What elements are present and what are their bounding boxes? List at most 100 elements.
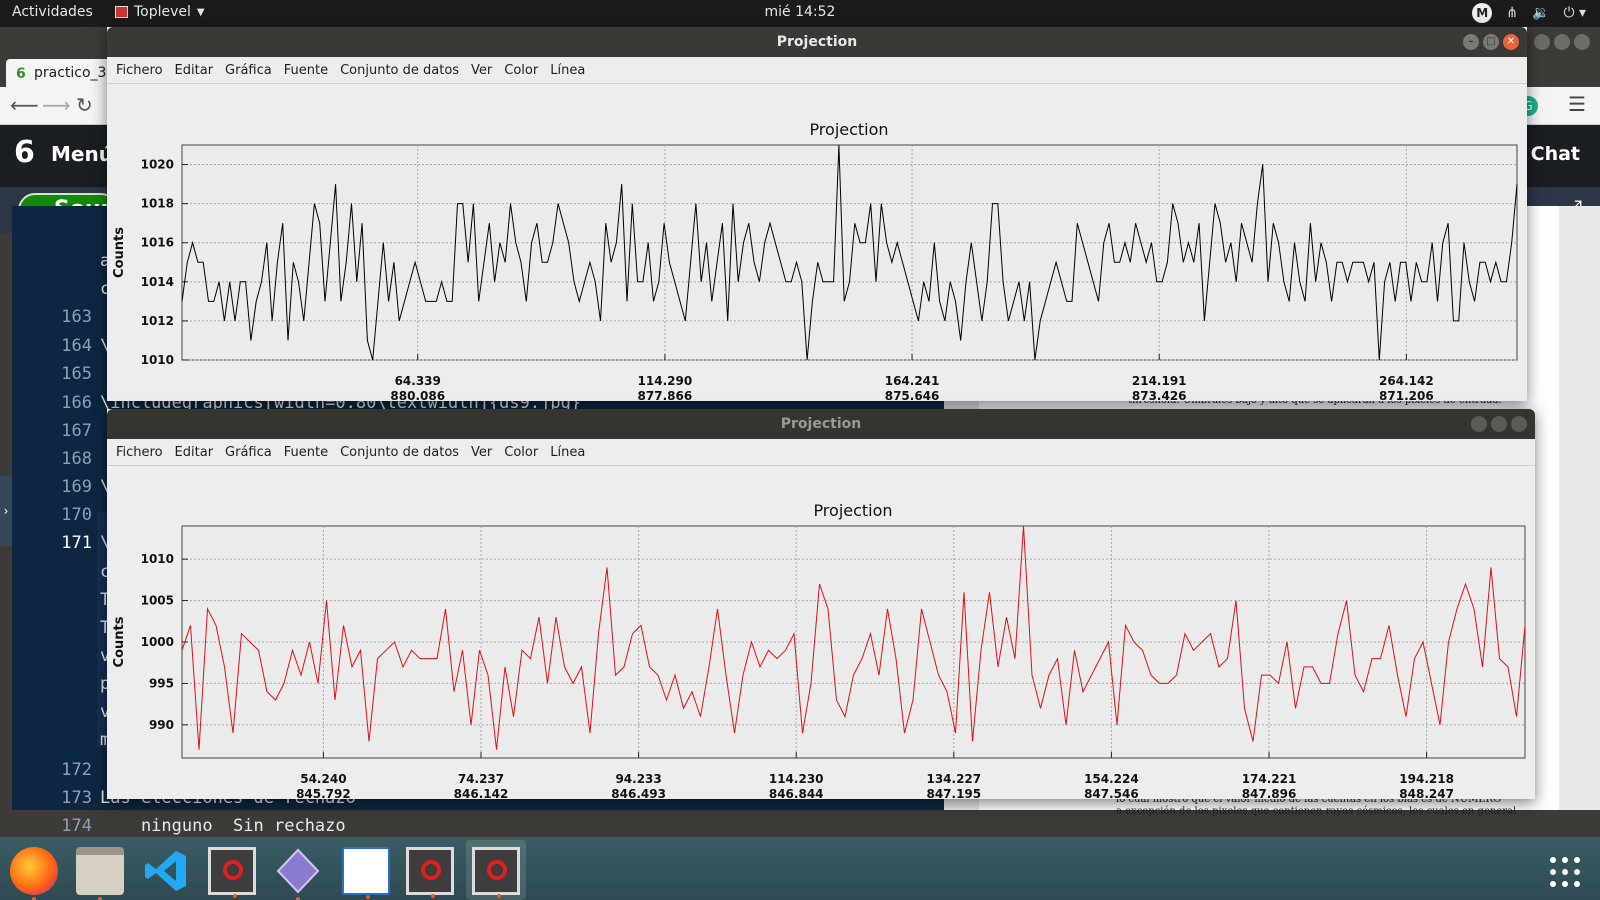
close-icon[interactable] [1574, 34, 1590, 50]
projection-chart[interactable]: Projection 1010 1012 1014 1016 1018 1020 64.339… [107, 85, 1527, 401]
menu-item[interactable]: Editar [169, 57, 220, 83]
firefox-icon[interactable] [10, 847, 58, 900]
close-icon[interactable]: ✕ [1503, 34, 1519, 50]
menu-item[interactable]: Gráfica [219, 439, 278, 465]
y-tick-label: 1012 [141, 314, 174, 328]
power-icon[interactable]: ⏻ ▾ [1563, 5, 1586, 21]
projection-window-2: Projection Fichero Editar Gráfica Fuente Con… [107, 409, 1535, 799]
menu-bar: Fichero Editar Gráfica Fuente Conjunto de da… [107, 439, 1535, 466]
dock [0, 837, 1600, 900]
back-icon[interactable]: ⟵ [10, 93, 39, 117]
menu-item[interactable]: Línea [544, 57, 591, 83]
y-tick-label: 1014 [141, 275, 174, 289]
minimize-icon[interactable]: – [1463, 34, 1479, 50]
y-tick-label: 1016 [141, 236, 174, 250]
menu-item[interactable]: Línea [544, 439, 591, 465]
x-tick-label: 114.290 [638, 374, 693, 388]
maximize-icon[interactable] [1554, 34, 1570, 50]
document-viewer-icon[interactable] [342, 847, 390, 899]
line-number: 163 [61, 307, 92, 327]
line-number: 168 [61, 449, 92, 469]
y-tick-label: 990 [149, 718, 174, 732]
menu-item[interactable]: Conjunto de datos [334, 439, 465, 465]
browser-tab-title: practico_3 [34, 65, 107, 81]
x-tick-label-secondary: 846.844 [769, 787, 824, 799]
menu-item[interactable]: Conjunto de datos [334, 57, 465, 83]
y-tick-label: 1005 [141, 594, 174, 608]
menu-item[interactable]: Fichero [115, 439, 169, 465]
x-tick-label-secondary: 847.896 [1242, 787, 1297, 799]
x-tick-label-secondary: 873.426 [1132, 389, 1187, 401]
y-tick-label: 995 [149, 676, 174, 690]
line-number: 172 [61, 760, 92, 780]
show-applications-icon[interactable] [1550, 857, 1580, 887]
window-title-bar[interactable]: Projection – □ ✕ [107, 27, 1527, 57]
y-tick-label: 1010 [141, 552, 174, 566]
x-tick-label-secondary: 880.086 [390, 389, 445, 401]
top-bar: Actividades Toplevel ▼ mié 14:52 M ⋔ 🔉 ⏻… [0, 0, 1600, 27]
collapse-panel-handle[interactable]: › [0, 476, 12, 546]
menu-item[interactable]: Ver [465, 57, 498, 83]
browser-tab[interactable]: 6 practico_3 [6, 59, 111, 87]
reload-icon[interactable]: ↻ [76, 93, 93, 117]
line-number: 170 [61, 505, 92, 525]
dock-active-slot[interactable] [466, 840, 526, 900]
chart-title: Projection [813, 501, 892, 520]
projection-window-1: Projection – □ ✕ Fichero Editar Gráfica Fue… [107, 27, 1527, 401]
chat-button[interactable]: Chat [1531, 143, 1580, 165]
clock[interactable]: mié 14:52 [0, 4, 1600, 20]
y-tick-label: 1000 [141, 635, 174, 649]
vscode-icon[interactable] [142, 847, 190, 895]
volume-icon[interactable]: 🔉 [1532, 5, 1549, 21]
x-tick-label: 64.339 [395, 374, 441, 388]
menu-item[interactable]: Fuente [278, 439, 334, 465]
blocked-app-icon[interactable] [406, 847, 454, 898]
minimize-icon[interactable] [1471, 416, 1487, 432]
line-number: 169 [61, 477, 92, 497]
x-tick-label: 74.237 [458, 772, 504, 786]
x-tick-label: 94.233 [615, 772, 661, 786]
user-avatar-icon[interactable]: M [1472, 3, 1493, 23]
menu-item[interactable]: Color [498, 439, 544, 465]
y-axis-label: Counts [112, 227, 127, 278]
blocked-app-icon[interactable] [472, 847, 520, 898]
y-tick-label: 1020 [141, 158, 174, 172]
line-number: 166 [61, 393, 92, 413]
x-tick-label-secondary: 845.792 [296, 787, 351, 799]
menu-item[interactable]: Gráfica [219, 57, 278, 83]
menu-item[interactable]: Ver [465, 439, 498, 465]
chart-title: Projection [809, 120, 888, 139]
system-tray[interactable]: M ⋔ 🔉 ⏻ ▾ [1472, 3, 1586, 23]
y-tick-label: 1010 [141, 353, 174, 367]
close-icon[interactable] [1511, 416, 1527, 432]
menu-item[interactable]: Editar [169, 439, 220, 465]
menu-item[interactable]: Fuente [278, 57, 334, 83]
menu-item[interactable]: Fichero [115, 57, 169, 83]
blocked-app-icon[interactable] [208, 847, 256, 898]
projection-chart[interactable]: Projection 990 995 1000 1005 1010 54.240845.79… [107, 467, 1535, 799]
x-tick-label: 194.218 [1399, 772, 1454, 786]
line-number: 165 [61, 364, 92, 384]
files-icon[interactable] [76, 847, 124, 900]
minimize-icon[interactable] [1534, 34, 1550, 50]
hamburger-menu-icon[interactable]: ☰ [1568, 92, 1586, 116]
gem-icon[interactable] [274, 847, 322, 900]
x-tick-label: 214.191 [1132, 374, 1187, 388]
overleaf-logo-icon[interactable]: 6 [14, 135, 35, 170]
menu-item[interactable]: Color [498, 57, 544, 83]
line-number: 167 [61, 421, 92, 441]
x-tick-label: 154.224 [1084, 772, 1139, 786]
x-tick-label: 264.142 [1379, 374, 1434, 388]
window-title-bar[interactable]: Projection [107, 409, 1535, 439]
maximize-icon[interactable]: □ [1483, 34, 1499, 50]
x-tick-label-secondary: 875.646 [885, 389, 940, 401]
network-icon[interactable]: ⋔ [1506, 5, 1518, 21]
maximize-icon[interactable] [1491, 416, 1507, 432]
x-tick-label-secondary: 848.247 [1399, 787, 1454, 799]
overleaf-tab-icon: 6 [16, 66, 26, 82]
line-number: 173 [61, 788, 92, 808]
menu-button[interactable]: Menú [51, 142, 113, 166]
line-number: 164 [61, 336, 92, 356]
forward-icon[interactable]: ⟶ [42, 93, 71, 117]
code-line[interactable]: ninguno Sin rechazo [100, 816, 346, 836]
